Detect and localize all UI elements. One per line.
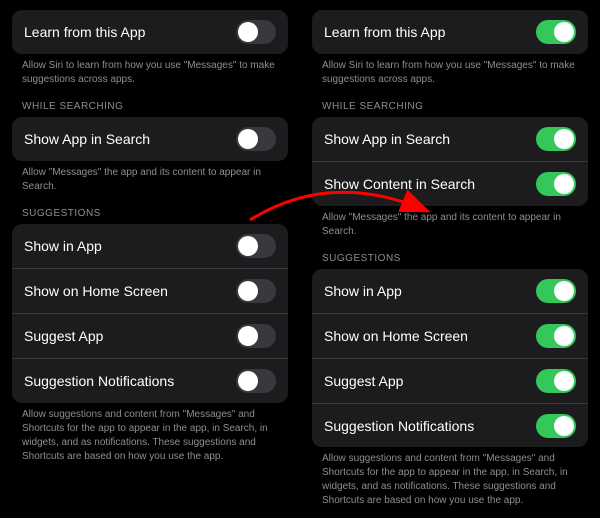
group-suggestions: Show in App Show on Home Screen Suggest … [12,224,288,403]
panel-right: Learn from this App Allow Siri to learn … [300,0,600,518]
group-searching-r: Show App in Search Show Content in Searc… [312,117,588,206]
toggle-suggest-app-r[interactable] [536,369,576,393]
toggle-learn-from-app-r[interactable] [536,20,576,44]
group-learn: Learn from this App [12,10,288,54]
show-in-app-label-r: Show in App [324,283,402,299]
show-app-in-search-label-r: Show App in Search [324,131,450,147]
suggestion-notifications-label-r: Suggestion Notifications [324,418,474,434]
row-learn-from-app[interactable]: Learn from this App [12,10,288,54]
learn-footer: Allow Siri to learn from how you use "Me… [12,54,288,87]
header-suggestions: SUGGESTIONS [12,194,288,224]
row-show-on-home-screen-r[interactable]: Show on Home Screen [312,314,588,359]
toggle-show-content-in-search-r[interactable] [536,172,576,196]
toggle-suggest-app[interactable] [236,324,276,348]
group-searching: Show App in Search [12,117,288,161]
row-learn-from-app-r[interactable]: Learn from this App [312,10,588,54]
learn-label: Learn from this App [24,24,145,40]
row-show-on-home-screen[interactable]: Show on Home Screen [12,269,288,314]
suggest-app-label: Suggest App [24,328,103,344]
toggle-learn-from-app[interactable] [236,20,276,44]
row-show-app-in-search-r[interactable]: Show App in Search [312,117,588,162]
suggestions-footer: Allow suggestions and content from "Mess… [12,403,288,464]
toggle-show-app-in-search-r[interactable] [536,127,576,151]
searching-footer: Allow "Messages" the app and its content… [12,161,288,194]
row-show-in-app[interactable]: Show in App [12,224,288,269]
show-in-app-label: Show in App [24,238,102,254]
show-on-home-screen-label: Show on Home Screen [24,283,168,299]
header-searching: WHILE SEARCHING [12,87,288,117]
show-content-in-search-label-r: Show Content in Search [324,176,475,192]
row-suggestion-notifications[interactable]: Suggestion Notifications [12,359,288,403]
suggest-app-label-r: Suggest App [324,373,403,389]
toggle-suggestion-notifications[interactable] [236,369,276,393]
learn-label-r: Learn from this App [324,24,445,40]
show-on-home-screen-label-r: Show on Home Screen [324,328,468,344]
suggestions-footer-r: Allow suggestions and content from "Mess… [312,447,588,508]
show-app-in-search-label: Show App in Search [24,131,150,147]
header-suggestions-r: SUGGESTIONS [312,239,588,269]
row-suggest-app[interactable]: Suggest App [12,314,288,359]
suggestion-notifications-label: Suggestion Notifications [24,373,174,389]
toggle-show-in-app[interactable] [236,234,276,258]
row-show-in-app-r[interactable]: Show in App [312,269,588,314]
header-searching-r: WHILE SEARCHING [312,87,588,117]
group-suggestions-r: Show in App Show on Home Screen Suggest … [312,269,588,447]
row-show-app-in-search[interactable]: Show App in Search [12,117,288,161]
toggle-show-on-home-screen-r[interactable] [536,324,576,348]
searching-footer-r: Allow "Messages" the app and its content… [312,206,588,239]
toggle-suggestion-notifications-r[interactable] [536,414,576,438]
learn-footer-r: Allow Siri to learn from how you use "Me… [312,54,588,87]
row-suggestion-notifications-r[interactable]: Suggestion Notifications [312,404,588,447]
row-suggest-app-r[interactable]: Suggest App [312,359,588,404]
group-learn-r: Learn from this App [312,10,588,54]
toggle-show-in-app-r[interactable] [536,279,576,303]
toggle-show-on-home-screen[interactable] [236,279,276,303]
toggle-show-app-in-search[interactable] [236,127,276,151]
panel-left: Learn from this App Allow Siri to learn … [0,0,300,518]
row-show-content-in-search-r[interactable]: Show Content in Search [312,162,588,206]
